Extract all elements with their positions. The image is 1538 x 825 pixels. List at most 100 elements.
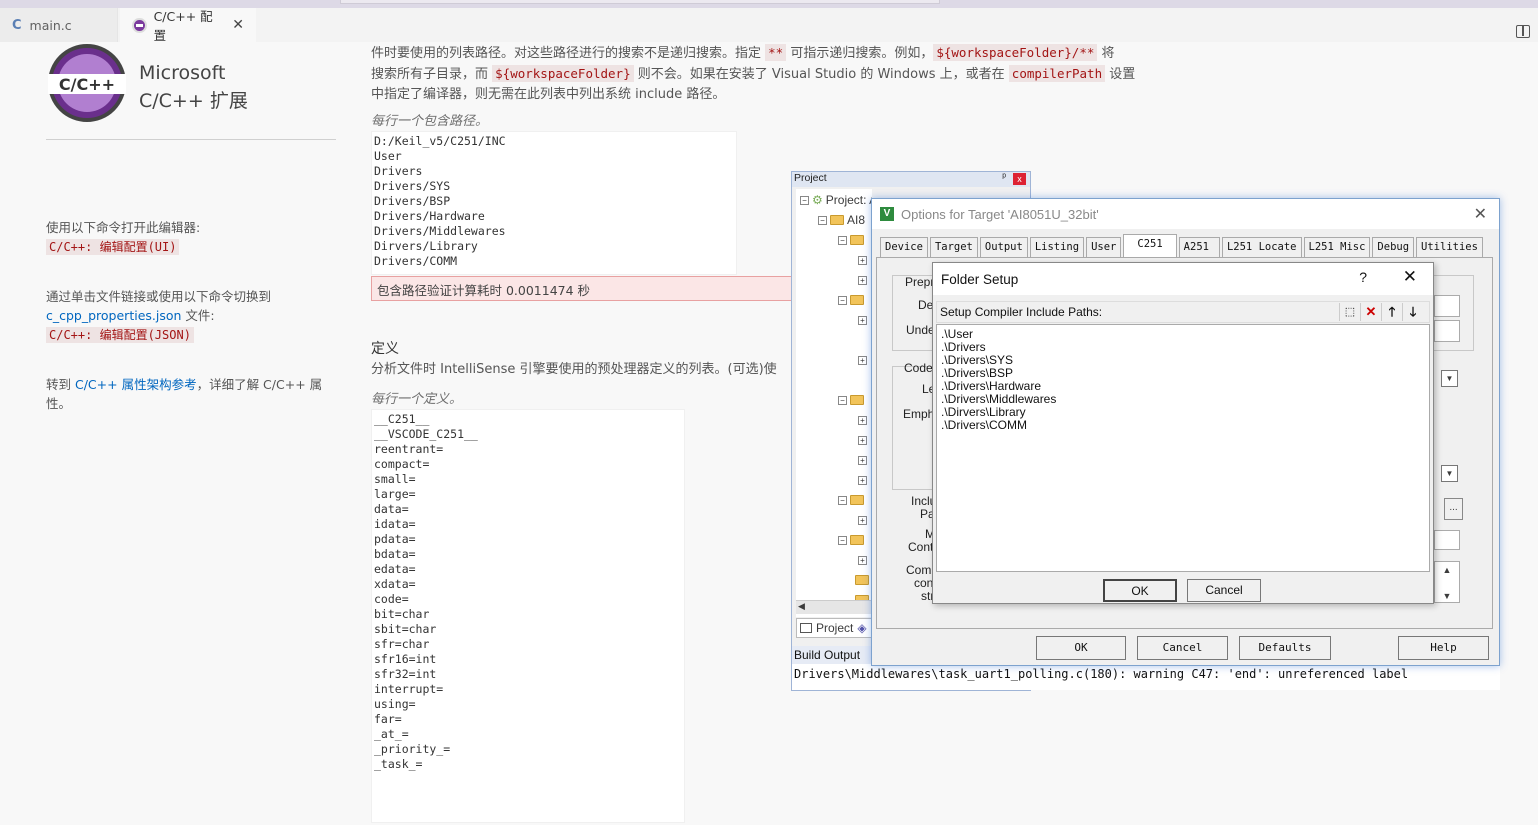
horizontal-scrollbar[interactable]: ◀ <box>796 600 872 614</box>
defines-hint: 每行一个定义。 <box>371 392 463 407</box>
tab-l251-locate[interactable]: L251 Locate <box>1221 237 1302 257</box>
schema-hint: 转到 C/C++ 属性架构参考，详细了解 C/C++ 属 性。 <box>46 377 323 411</box>
split-editor-icon[interactable] <box>1516 25 1530 38</box>
tab-label: C/C++ 配置 <box>153 9 213 43</box>
compiler-control-string[interactable]: ▲ ▼ <box>1434 561 1460 603</box>
list-item[interactable]: .\Drivers <box>941 341 1425 354</box>
tab-a251[interactable]: A251 <box>1178 237 1220 257</box>
close-icon[interactable]: x <box>1013 173 1026 185</box>
tab-target[interactable]: Target <box>929 237 978 257</box>
ok-button[interactable]: OK <box>1103 579 1177 602</box>
title-bar <box>0 0 1538 8</box>
tree-item[interactable]: + <box>858 511 867 529</box>
list-item[interactable]: .\Drivers\SYS <box>941 354 1425 367</box>
undefine-field[interactable] <box>1434 320 1460 342</box>
json-file-link[interactable]: c_cpp_properties.json <box>46 308 181 323</box>
tab-debug[interactable]: Debug <box>1372 237 1415 257</box>
defines-textarea[interactable]: __C251__ __VSCODE_C251__ reentrant= comp… <box>371 409 685 823</box>
include-paths-browse-button[interactable]: ... <box>1444 498 1463 520</box>
tree-item[interactable]: + <box>858 271 867 289</box>
tree-group[interactable]: − <box>838 291 864 309</box>
tab-l251-misc[interactable]: L251 Misc <box>1303 237 1371 257</box>
tab-cpp-config[interactable]: C/C++ 配置 ✕ <box>120 8 256 43</box>
close-icon[interactable]: ✕ <box>1403 267 1417 287</box>
cpp-logo: C/C++ <box>48 44 126 122</box>
tree-group[interactable]: − <box>838 531 864 549</box>
tab-device[interactable]: Device <box>880 237 928 257</box>
code-label: Code <box>904 361 933 375</box>
new-folder-icon[interactable]: ⬚ <box>1339 303 1360 321</box>
list-item[interactable]: .\Drivers\COMM <box>941 419 1425 432</box>
control-label: con <box>914 576 934 590</box>
cancel-button[interactable]: Cancel <box>1187 579 1261 602</box>
help-icon[interactable]: ? <box>1359 269 1367 285</box>
cancel-button[interactable]: Cancel <box>1137 636 1228 660</box>
brand-publisher: Microsoft <box>139 62 226 84</box>
command-center[interactable] <box>340 0 940 4</box>
c-file-icon: C <box>12 17 22 33</box>
tab-output[interactable]: Output <box>979 237 1028 257</box>
project-tab[interactable]: Project ◈ <box>796 618 872 638</box>
build-output-text: Drivers\Middlewares\task_uart1_polling.c… <box>792 664 1500 690</box>
tab-main-c[interactable]: C main.c <box>0 8 118 42</box>
open-editor-hint: 使用以下命令打开此编辑器: C/C++: 编辑配置(UI) <box>46 220 201 255</box>
keil-icon: V <box>880 207 894 221</box>
editor-tab-bar: C main.c C/C++ 配置 ✕ <box>0 8 1538 43</box>
schema-link[interactable]: C/C++ 属性架构参考 <box>75 377 197 392</box>
list-item[interactable]: .\User <box>941 328 1425 341</box>
include-hint: 每行一个包含路径。 <box>371 114 489 129</box>
tree-group[interactable]: − <box>838 231 864 249</box>
tree-group[interactable] <box>852 571 869 589</box>
project-icon <box>800 623 812 633</box>
include-paths-list[interactable]: .\User .\Drivers .\Drivers\SYS .\Drivers… <box>936 324 1430 572</box>
tree-item[interactable]: + <box>858 411 867 429</box>
tab-utilities[interactable]: Utilities <box>1416 237 1483 257</box>
defines-description: 分析文件时 IntelliSense 引擎要使用的预处理器定义的列表。(可选)使 <box>371 362 777 377</box>
cpp-extension-icon <box>132 17 147 33</box>
close-icon[interactable]: ✕ <box>232 17 244 33</box>
chevron-down-icon[interactable]: ▼ <box>1441 370 1458 387</box>
tree-target[interactable]: − AI8 <box>818 211 865 229</box>
brand-product: C/C++ 扩展 <box>139 90 248 112</box>
tab-user[interactable]: User <box>1086 237 1122 257</box>
delete-icon[interactable]: ✕ <box>1360 303 1381 321</box>
defines-heading: 定义 <box>371 341 399 357</box>
tree-item[interactable]: + <box>858 551 867 569</box>
project-tree: −⚙Project: AI8051U_C251 −AI8 − + + − + +… <box>796 189 872 617</box>
tree-item[interactable]: + <box>858 311 867 329</box>
scroll-down-icon: ▼ <box>1442 591 1452 601</box>
include-path-description: 件时要使用的列表路径。对这些路径进行的搜索不是递归搜索。指定 ** 可指示递归搜… <box>371 44 1136 102</box>
include-path-textarea[interactable]: D:/Keil_v5/C251/INC User Drivers Drivers… <box>371 131 737 275</box>
tree-item[interactable]: + <box>858 251 867 269</box>
pin-icon[interactable]: ᵖ <box>1002 172 1006 183</box>
close-icon[interactable]: ✕ <box>1474 204 1487 224</box>
define-field[interactable] <box>1434 295 1460 317</box>
options-tabs: Device Target Output Listing User C251 A… <box>880 234 1485 257</box>
move-up-icon[interactable]: 🡑 <box>1381 303 1402 321</box>
divider <box>46 139 336 140</box>
command-code: C/C++: 编辑配置(JSON) <box>46 327 194 343</box>
include-paths-toolbar: Setup Compiler Include Paths: ⬚ ✕ 🡑 🡓 <box>936 301 1430 323</box>
books-icon[interactable]: ◈ <box>857 621 866 635</box>
ok-button[interactable]: OK <box>1036 636 1126 660</box>
project-caption: Project ᵖ x <box>792 172 1030 187</box>
move-down-icon[interactable]: 🡓 <box>1402 303 1423 321</box>
tree-item[interactable]: + <box>858 351 867 369</box>
dialog-title-bar: V Options for Target 'AI8051U_32bit' ✕ <box>872 199 1499 229</box>
tree-item[interactable]: + <box>858 451 867 469</box>
tab-label: main.c <box>29 17 72 33</box>
tree-item[interactable]: + <box>858 471 867 489</box>
tree-group[interactable]: − <box>838 491 864 509</box>
help-button[interactable]: Help <box>1398 636 1489 660</box>
tab-listing[interactable]: Listing <box>1029 237 1085 257</box>
scroll-up-icon: ▲ <box>1442 565 1452 575</box>
command-code: C/C++: 编辑配置(UI) <box>46 239 180 255</box>
chevron-down-icon[interactable]: ▼ <box>1441 465 1458 482</box>
tab-c251[interactable]: C251 <box>1123 234 1177 257</box>
tree-group[interactable]: − <box>838 391 864 409</box>
switch-json-hint: 通过单击文件链接或使用以下命令切换到 c_cpp_properties.json… <box>46 289 272 343</box>
defaults-button[interactable]: Defaults <box>1239 636 1331 660</box>
tree-root[interactable]: −⚙Project: AI8051U_C251 <box>800 191 872 209</box>
tree-item[interactable]: + <box>858 431 867 449</box>
misc-controls-field[interactable] <box>1434 530 1460 550</box>
